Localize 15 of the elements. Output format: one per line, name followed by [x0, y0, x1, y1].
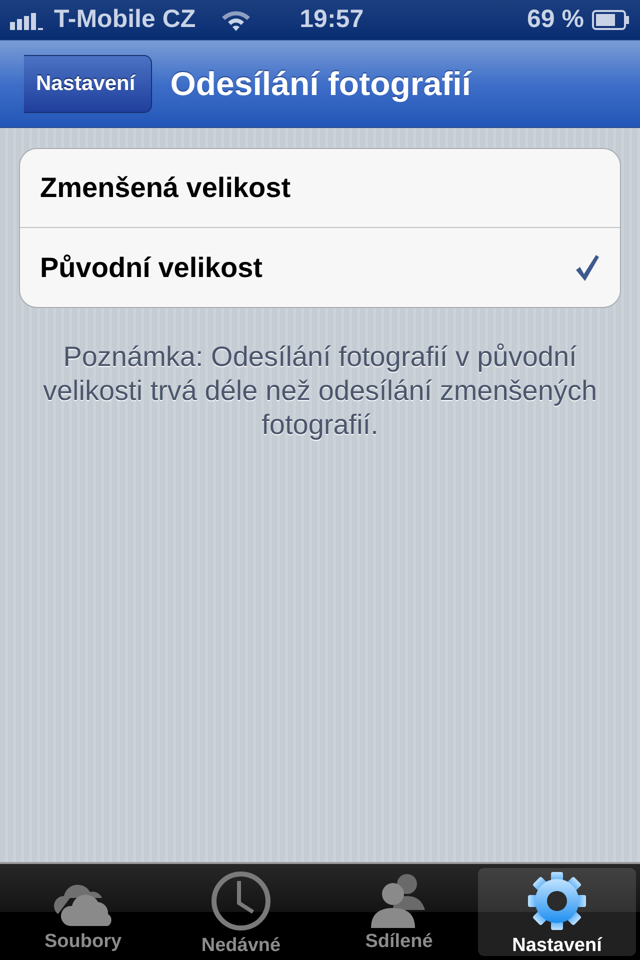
option-row[interactable]: Zmenšená velikost	[20, 149, 620, 228]
option-row[interactable]: Původní velikost	[20, 228, 620, 307]
tab-button[interactable]: Soubory	[4, 868, 162, 956]
battery-icon	[592, 10, 630, 30]
status-time: 19:57	[300, 4, 364, 36]
gear-icon	[526, 870, 588, 932]
clock-icon	[210, 870, 272, 932]
tab-button[interactable]: Sdílené	[320, 868, 478, 956]
battery-percent: 69 %	[527, 4, 584, 36]
note-text: Poznámka: Odesílání fotografií v původní velikosti trvá déle než odesílání zmenšených fotografií.	[42, 340, 598, 442]
back-button[interactable]: Nastavení	[24, 55, 152, 113]
carrier-name: T-Mobile CZ	[54, 4, 196, 36]
tab-button[interactable]: Nastavení	[478, 868, 636, 956]
screen-title: Odesílání fotografií	[170, 64, 471, 104]
tab-button[interactable]: Nedávné	[162, 868, 320, 956]
